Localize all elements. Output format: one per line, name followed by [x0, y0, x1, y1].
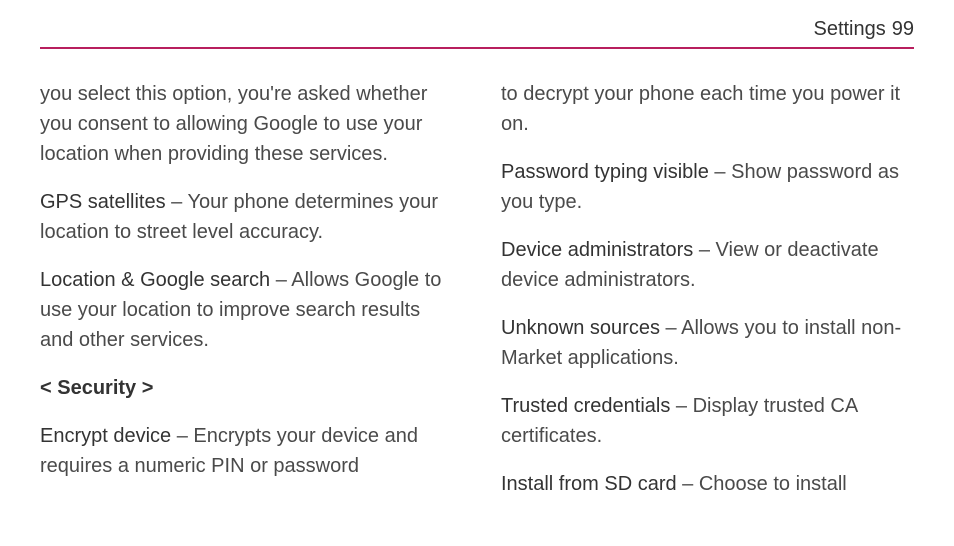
encrypt-device-item: Encrypt device – Encrypts your device an… [40, 421, 453, 481]
item-description: – Choose to install [677, 473, 847, 495]
item-term: Trusted credentials [501, 395, 670, 417]
location-google-search-item: Location & Google search – Allows Google… [40, 265, 453, 355]
item-term: GPS satellites [40, 191, 166, 213]
paragraph-text: to decrypt your phone each time you powe… [501, 83, 900, 135]
header-section-title: Settings [813, 18, 885, 41]
item-term: Unknown sources [501, 317, 660, 339]
paragraph-text: you select this option, you're asked whe… [40, 83, 427, 165]
password-typing-visible-item: Password typing visible – Show password … [501, 157, 914, 217]
location-consent-paragraph: you select this option, you're asked whe… [40, 79, 453, 169]
security-heading: < Security > [40, 373, 453, 403]
gps-satellites-item: GPS satellites – Your phone determines y… [40, 187, 453, 247]
header-page-number: 99 [892, 18, 914, 41]
right-column: to decrypt your phone each time you powe… [501, 79, 914, 517]
encrypt-device-continuation: to decrypt your phone each time you powe… [501, 79, 914, 139]
page-header: Settings 99 [40, 18, 914, 49]
item-term: Password typing visible [501, 161, 709, 183]
item-term: Location & Google search [40, 269, 270, 291]
unknown-sources-item: Unknown sources – Allows you to install … [501, 313, 914, 373]
left-column: you select this option, you're asked whe… [40, 79, 453, 517]
trusted-credentials-item: Trusted credentials – Display trusted CA… [501, 391, 914, 451]
item-term: Encrypt device [40, 425, 171, 447]
page-container: Settings 99 you select this option, you'… [0, 0, 954, 546]
device-administrators-item: Device administrators – View or deactiva… [501, 235, 914, 295]
install-from-sd-card-item: Install from SD card – Choose to install [501, 469, 914, 499]
content-columns: you select this option, you're asked whe… [40, 79, 914, 517]
item-term: Device administrators [501, 239, 693, 261]
item-term: Install from SD card [501, 473, 677, 495]
